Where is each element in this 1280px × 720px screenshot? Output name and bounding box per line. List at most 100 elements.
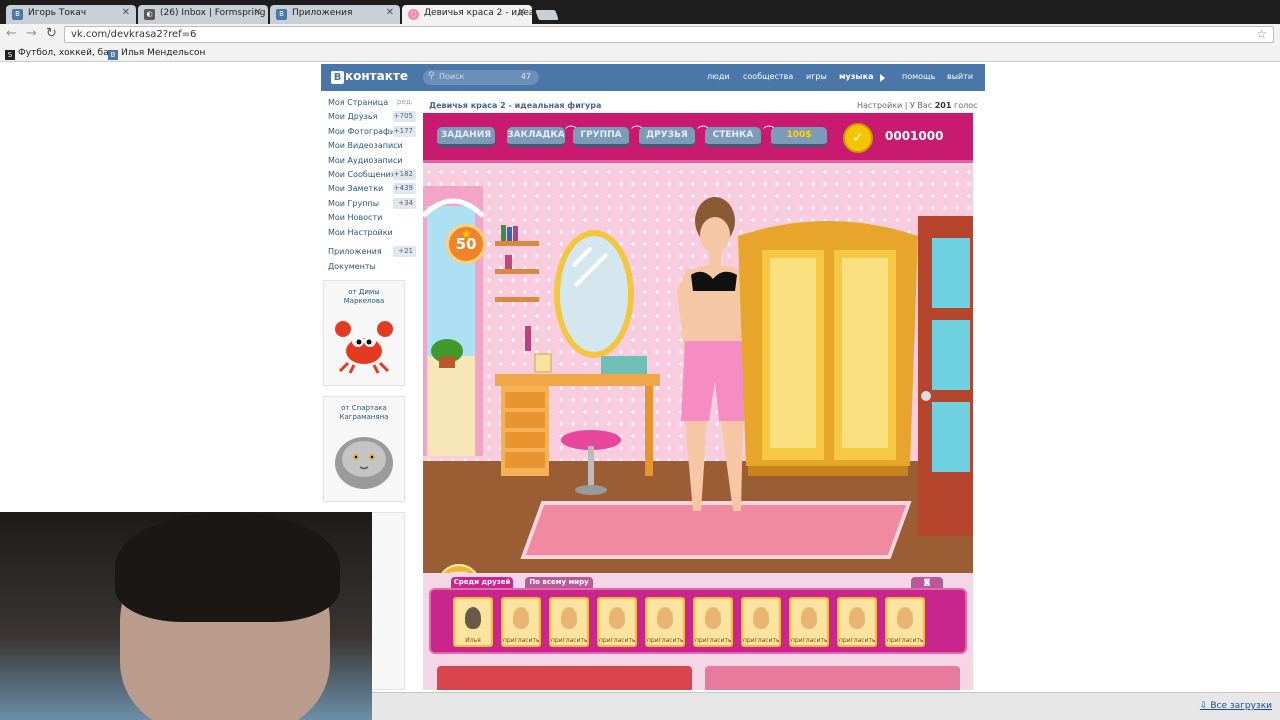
forward-arrow-icon[interactable]: → <box>26 26 37 42</box>
app-settings-bar: Настройки | У Вас 201 голос <box>857 101 978 110</box>
cat-gift-icon <box>335 437 393 489</box>
menu-photos[interactable]: Мои Фотографии <box>328 127 400 136</box>
all-downloads-link[interactable]: ⇩ Все загрузки <box>1200 701 1272 711</box>
empty-avatar-icon <box>513 607 529 629</box>
invite-card[interactable]: пригласить <box>693 597 733 647</box>
friends-count-badge: +705 <box>393 111 416 122</box>
money-button[interactable]: 100$ <box>771 127 827 147</box>
browser-tab-1[interactable]: В Игорь Токач ✕ <box>6 5 136 24</box>
search-placeholder: Поиск <box>439 72 465 81</box>
tab-among-friends[interactable]: Среди друзей <box>451 577 513 588</box>
empty-avatar-icon <box>705 607 721 629</box>
invite-label: пригласить <box>695 637 732 644</box>
camera-button[interactable]: ◙ <box>911 577 943 588</box>
menu-apps[interactable]: Приложения <box>328 247 382 256</box>
vk-logo[interactable]: Вконтакте <box>331 69 408 84</box>
wardrobe-illustration[interactable] <box>738 216 918 486</box>
empty-avatar-icon <box>801 607 817 629</box>
browser-tab-3[interactable]: В Приложения ✕ <box>270 5 400 24</box>
bookmark-item-2[interactable]: В Илья Мендельсон <box>108 48 205 60</box>
menu-notes[interactable]: Мои Заметки <box>328 184 383 193</box>
close-icon[interactable]: ✕ <box>254 7 262 18</box>
app-settings-link[interactable]: Настройки <box>857 101 902 110</box>
nav-logout[interactable]: выйти <box>947 72 973 81</box>
menu-documents[interactable]: Документы <box>328 262 376 271</box>
wall-button[interactable]: СТЕНКА <box>705 127 761 147</box>
invite-card[interactable]: пригласить <box>885 597 925 647</box>
bookmark-label: Илья Мендельсон <box>121 48 206 58</box>
leaderboard-card-1[interactable] <box>437 666 692 690</box>
friends-button[interactable]: ДРУЗЬЯ <box>639 127 695 147</box>
browser-tab-2[interactable]: ◐ (26) Inbox | Formspring ✕ <box>138 5 268 24</box>
invite-card[interactable]: пригласить <box>549 597 589 647</box>
menu-groups[interactable]: Мои Группы <box>328 199 379 208</box>
play-icon[interactable] <box>880 74 885 82</box>
nav-help[interactable]: помощь <box>902 72 935 81</box>
invite-label: пригласить <box>791 637 828 644</box>
download-bar: ⇩ Все загрузки <box>372 692 1280 720</box>
bookmark-item-1[interactable]: S Футбол, хоккей, ба... <box>5 48 117 60</box>
address-bar[interactable]: vk.com/devkrasa2?ref=6 ☆ <box>64 26 1274 43</box>
friend-card[interactable]: Илья <box>453 597 493 647</box>
nav-music[interactable]: музыка <box>839 72 873 81</box>
browser-tab-4-active[interactable]: ○ Девичья краса 2 - идеал ✕ <box>402 5 532 24</box>
search-input[interactable]: ⚲ Поиск 47 <box>423 70 539 85</box>
camera-icon: ◙ <box>923 578 931 586</box>
bookmark-button[interactable]: ЗАКЛАДКА <box>507 127 565 147</box>
menu-friends[interactable]: Мои Друзья <box>328 112 377 121</box>
close-icon[interactable]: ✕ <box>386 7 394 18</box>
tab-label: (26) Inbox | Formspring <box>160 8 266 18</box>
friend-avatar <box>465 607 481 629</box>
invite-card[interactable]: пригласить <box>645 597 685 647</box>
leaderboard-card-2[interactable] <box>705 666 960 690</box>
menu-videos[interactable]: Мои Видеозаписи <box>328 141 403 150</box>
bookmark-star-icon[interactable]: ☆ <box>1256 27 1267 41</box>
app-title: Девичья краса 2 - идеальная фигура <box>429 101 602 110</box>
vk-logo-text: контакте <box>345 69 408 83</box>
game-canvas[interactable]: ЗАДАНИЯ ЗАКЛАДКА ⌒ ГРУППА ⌒ ДРУЗЬЯ ⌒ СТЕ… <box>423 113 973 690</box>
menu-audio[interactable]: Мои Аудиозаписи <box>328 156 403 165</box>
star-icon: ★ <box>461 227 472 241</box>
room-door-illustration[interactable] <box>918 216 973 536</box>
tab-worldwide[interactable]: По всему миру <box>525 577 593 588</box>
back-arrow-icon[interactable]: ← <box>6 26 17 42</box>
gift-card-2[interactable]: от Спартака Каграманяна <box>323 396 405 502</box>
gift-sender: от Спартака Каграманяна <box>339 404 389 421</box>
empty-avatar-icon <box>849 607 865 629</box>
menu-news[interactable]: Мои Новости <box>328 213 382 222</box>
reload-icon[interactable]: ↻ <box>46 26 57 42</box>
nav-communities[interactable]: сообщества <box>743 72 793 81</box>
close-icon[interactable]: ✕ <box>122 7 130 18</box>
gift-card-1[interactable]: от Димы Маркелова <box>323 280 405 386</box>
menu-settings[interactable]: Мои Настройки <box>328 228 393 237</box>
invite-card[interactable]: пригласить <box>597 597 637 647</box>
tab-label: Девичья краса 2 - идеал <box>424 8 532 18</box>
menu-messages[interactable]: Мои Сообщения <box>328 170 396 179</box>
close-icon[interactable]: ✕ <box>518 7 526 18</box>
invite-card[interactable]: пригласить <box>501 597 541 647</box>
invite-card[interactable]: пригласить <box>741 597 781 647</box>
vk-favicon-icon: В <box>108 50 118 60</box>
bookmark-label: Футбол, хоккей, ба... <box>18 48 118 58</box>
tasks-button[interactable]: ЗАДАНИЯ <box>437 127 495 147</box>
menu-edit-link[interactable]: ред. <box>397 98 413 106</box>
stool-illustration <box>561 430 621 495</box>
votes-prefix: У Вас <box>909 101 933 110</box>
url-text: vk.com/devkrasa2?ref=6 <box>71 29 197 40</box>
vk-header: Вконтакте ⚲ Поиск 47 люди сообщества игр… <box>321 64 985 91</box>
empty-avatar-icon <box>657 607 673 629</box>
new-tab-button[interactable] <box>535 10 559 20</box>
groups-count-badge: +34 <box>393 198 416 209</box>
invite-card[interactable]: пригласить <box>789 597 829 647</box>
search-online-count: 47 <box>520 72 531 81</box>
vk-favicon-icon: В <box>276 9 287 20</box>
apps-count-badge: +21 <box>393 246 416 257</box>
friend-name: Илья <box>465 637 481 644</box>
tab-label: Приложения <box>292 8 353 18</box>
group-button[interactable]: ГРУППА <box>573 127 629 147</box>
nav-games[interactable]: игры <box>806 72 827 81</box>
invite-card[interactable]: пригласить <box>837 597 877 647</box>
nav-people[interactable]: люди <box>707 72 730 81</box>
menu-my-page[interactable]: Моя Страница <box>328 98 388 107</box>
game-toolbar: ЗАДАНИЯ ЗАКЛАДКА ⌒ ГРУППА ⌒ ДРУЗЬЯ ⌒ СТЕ… <box>423 113 973 163</box>
